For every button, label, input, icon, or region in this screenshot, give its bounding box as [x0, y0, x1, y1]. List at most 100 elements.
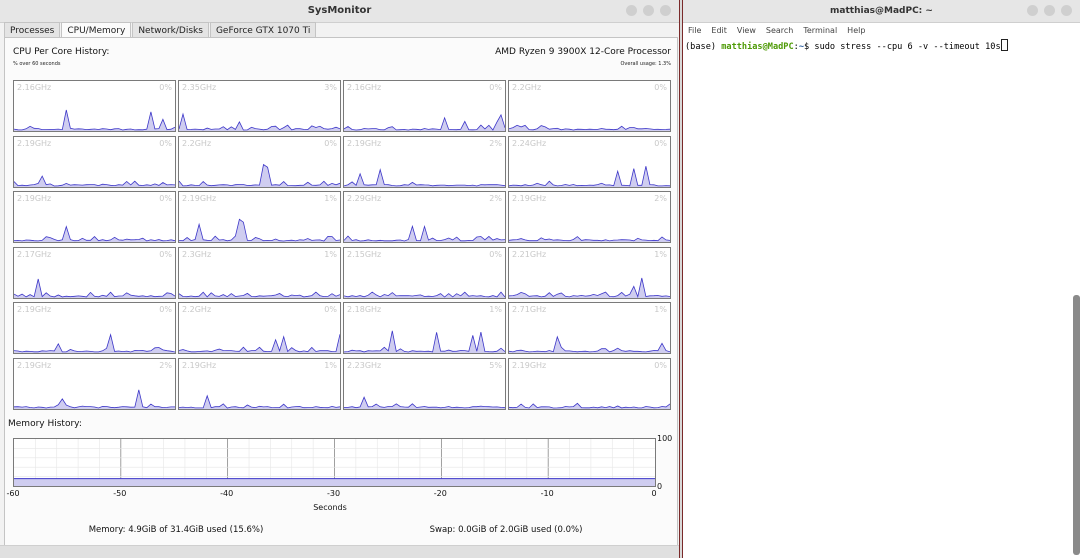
cpu-core-graph: 2.2GHz 0%	[178, 302, 341, 354]
terminal-window: matthias@MadPC: ~ File Edit View Search …	[682, 0, 1080, 558]
mem-x-tick: 0	[651, 489, 657, 498]
cpu-core-graph: 2.19GHz 0%	[13, 302, 176, 354]
sysmonitor-titlebar[interactable]: SysMonitor	[0, 0, 679, 23]
prompt-end: $	[804, 42, 815, 52]
terminal-maximize-button[interactable]	[1044, 5, 1055, 16]
terminal-menubar: File Edit View Search Terminal Help	[683, 24, 1080, 38]
cpu-memory-panel: CPU Per Core History: % over 60 seconds …	[4, 37, 678, 547]
cpu-model-name: AMD Ryzen 9 3900X 12-Core Processor	[495, 47, 671, 57]
core-frequency: 2.2GHz	[182, 305, 212, 314]
command-text: sudo stress --cpu 6 -v --timeout 10s	[814, 42, 1001, 52]
close-button[interactable]	[660, 5, 671, 16]
prompt-user: matthias@MadPC	[721, 42, 794, 52]
core-usage: 1%	[654, 249, 667, 259]
mem-y-min: 0	[657, 482, 663, 491]
core-usage: 3%	[324, 83, 337, 92]
mem-usage-area	[14, 478, 655, 486]
cpu-core-graph: 2.19GHz 1%	[178, 357, 341, 410]
terminal-title: matthias@MadPC: ~	[830, 6, 933, 16]
core-usage: 0%	[654, 83, 667, 92]
minimize-button[interactable]	[626, 5, 637, 16]
cpu-history-sublabel: % over 60 seconds	[13, 61, 61, 67]
core-usage: 1%	[489, 305, 502, 314]
cpu-core-graph: 2.18GHz 1%	[343, 302, 506, 354]
swap-used-text: Swap: 0.0GiB of 2.0GiB used (0.0%)	[429, 525, 583, 535]
cpu-history-label: CPU Per Core History:	[13, 47, 110, 57]
cpu-core-graph: 2.19GHz 2%	[343, 135, 506, 188]
core-frequency: 2.24GHz	[512, 138, 547, 148]
cpu-core-graph: 2.19GHz 0%	[508, 357, 671, 410]
core-usage: 1%	[654, 305, 667, 314]
cpu-core-graph: 2.23GHz 5%	[343, 357, 506, 410]
window-title: SysMonitor	[307, 5, 372, 16]
core-frequency: 2.2GHz	[182, 138, 212, 148]
core-frequency: 2.3GHz	[182, 249, 212, 259]
terminal-titlebar[interactable]: matthias@MadPC: ~	[683, 0, 1080, 23]
core-frequency: 2.19GHz	[17, 194, 52, 203]
cpu-core-graph: 2.19GHz 0%	[13, 191, 176, 243]
core-frequency: 2.29GHz	[347, 194, 382, 203]
tab-gpu[interactable]: GeForce GTX 1070 Ti	[209, 22, 317, 38]
memory-used-text: Memory: 4.9GiB of 31.4GiB used (15.6%)	[88, 525, 264, 535]
core-usage: 0%	[489, 83, 502, 92]
core-frequency: 2.19GHz	[17, 138, 52, 148]
core-frequency: 2.19GHz	[512, 360, 547, 370]
menu-view[interactable]: View	[737, 24, 756, 38]
cpu-core-graph: 2.24GHz 0%	[508, 135, 671, 188]
core-usage: 0%	[159, 83, 172, 92]
core-usage: 0%	[159, 138, 172, 148]
cpu-core-graph: 2.19GHz 2%	[13, 357, 176, 410]
memory-history-label: Memory History:	[8, 419, 82, 429]
cpu-core-graph: 2.16GHz 0%	[13, 80, 176, 132]
core-frequency: 2.19GHz	[182, 360, 217, 370]
core-frequency: 2.16GHz	[17, 83, 52, 92]
sysmonitor-window: SysMonitor Processes CPU/Memory Network/…	[0, 0, 680, 558]
core-usage: 2%	[159, 360, 172, 370]
core-usage: 1%	[324, 360, 337, 370]
core-usage: 0%	[324, 305, 337, 314]
core-frequency: 2.19GHz	[512, 194, 547, 203]
tab-network-disks[interactable]: Network/Disks	[132, 22, 209, 38]
memory-chart-plot	[14, 439, 655, 486]
mem-x-tick: -50	[113, 489, 127, 498]
menu-search[interactable]: Search	[766, 24, 793, 38]
mem-x-axis-label: Seconds	[313, 503, 347, 512]
core-usage: 0%	[489, 249, 502, 259]
terminal-minimize-button[interactable]	[1027, 5, 1038, 16]
menu-file[interactable]: File	[688, 24, 701, 38]
tab-cpu-memory[interactable]: CPU/Memory	[61, 22, 132, 38]
core-usage: 1%	[324, 249, 337, 259]
core-frequency: 2.15GHz	[347, 249, 382, 259]
cpu-core-graph: 2.2GHz 0%	[178, 135, 341, 188]
core-frequency: 2.19GHz	[182, 194, 217, 203]
menu-terminal[interactable]: Terminal	[803, 24, 837, 38]
mem-x-tick: -40	[220, 489, 234, 498]
terminal-close-button[interactable]	[1061, 5, 1072, 16]
core-frequency: 2.35GHz	[182, 83, 217, 92]
core-frequency: 2.21GHz	[512, 249, 547, 259]
cpu-core-graph: 2.15GHz 0%	[343, 246, 506, 299]
cpu-core-graph: 2.16GHz 0%	[343, 80, 506, 132]
core-frequency: 2.23GHz	[347, 360, 382, 370]
overall-usage: Overall usage: 1.3%	[620, 61, 671, 67]
core-usage: 0%	[159, 249, 172, 259]
menu-edit[interactable]: Edit	[711, 24, 727, 38]
core-usage: 2%	[654, 194, 667, 203]
core-frequency: 2.71GHz	[512, 305, 547, 314]
core-usage: 0%	[324, 138, 337, 148]
cpu-core-graph: 2.71GHz 1%	[508, 302, 671, 354]
terminal-scrollbar[interactable]	[1073, 295, 1080, 555]
memory-history-chart	[13, 438, 656, 487]
core-usage: 0%	[159, 305, 172, 314]
mem-x-tick: -20	[433, 489, 447, 498]
maximize-button[interactable]	[643, 5, 654, 16]
terminal-output[interactable]: (base) matthias@MadPC:~$ sudo stress --c…	[683, 39, 1080, 52]
menu-help[interactable]: Help	[847, 24, 865, 38]
mem-x-tick: -60	[6, 489, 20, 498]
core-usage: 1%	[324, 194, 337, 203]
status-bar	[0, 545, 679, 558]
core-frequency: 2.19GHz	[347, 138, 382, 148]
tab-processes[interactable]: Processes	[4, 22, 61, 38]
cpu-core-graph: 2.21GHz 1%	[508, 246, 671, 299]
cpu-core-graph: 2.19GHz 2%	[508, 191, 671, 243]
